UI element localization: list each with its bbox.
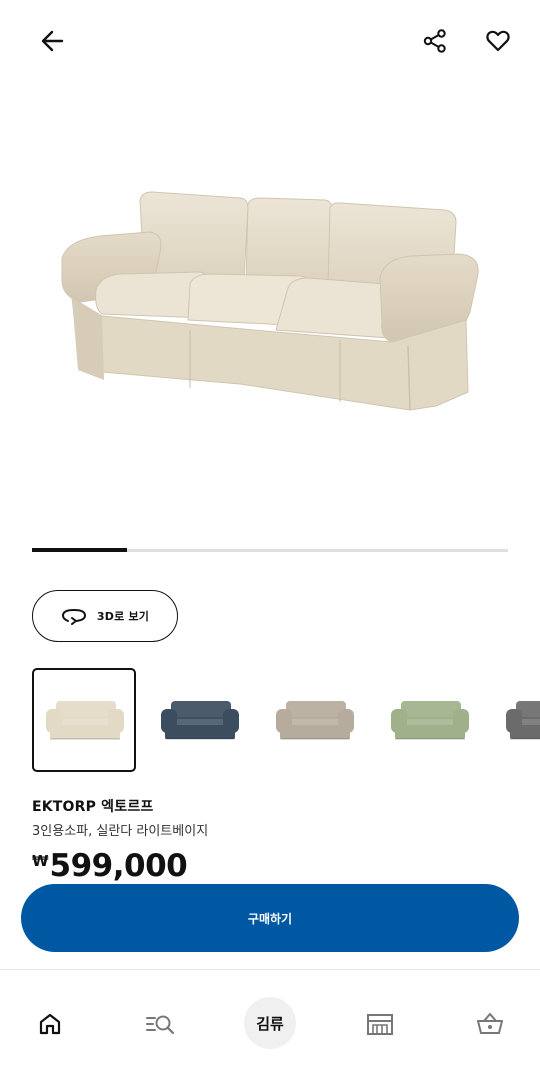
nav-store[interactable]: [352, 996, 408, 1052]
product-name: EKTORP 엑토르프: [32, 799, 154, 815]
sofa-thumbnail: [276, 701, 354, 740]
sofa-thumbnail: [46, 701, 124, 740]
sofa-thumbnail: [161, 701, 239, 740]
color-variant-dark-gray[interactable]: [492, 668, 540, 772]
buy-button[interactable]: 구매하기: [21, 884, 519, 952]
basket-icon: [477, 1013, 503, 1034]
share-button[interactable]: [413, 19, 457, 63]
back-button[interactable]: [31, 19, 75, 63]
nav-home[interactable]: [22, 996, 78, 1052]
store-icon: [367, 1014, 393, 1035]
share-icon: [423, 29, 446, 53]
slider-progress-fill: [32, 548, 128, 552]
nav-kiosk[interactable]: 김류: [244, 997, 296, 1049]
view-3d-label: 3D로 보기: [96, 610, 150, 623]
bottom-nav-divider: [0, 969, 540, 970]
image-slider-progress[interactable]: [32, 548, 508, 552]
product-image[interactable]: [40, 180, 500, 420]
rotate-3d-icon: [61, 608, 86, 625]
wishlist-button[interactable]: [476, 19, 520, 63]
product-price: ₩ 599,000: [32, 848, 187, 888]
nav-search[interactable]: [132, 996, 188, 1052]
nav-cart[interactable]: [462, 996, 518, 1052]
sofa-illustration: [61, 191, 479, 411]
color-variant-dark-blue[interactable]: [147, 668, 251, 772]
arrow-left-icon: [41, 30, 64, 52]
top-bar: [0, 0, 540, 84]
price-value: 599,000: [49, 848, 188, 884]
search-list-icon: [146, 1015, 175, 1035]
view-3d-button[interactable]: 3D로 보기: [32, 590, 178, 642]
home-icon: [39, 1013, 61, 1035]
product-description: 3인용소파, 실란다 라이트베이지: [32, 824, 209, 839]
currency-symbol: ₩: [32, 852, 49, 870]
color-variant-list: [32, 668, 540, 774]
heart-icon: [486, 30, 510, 52]
sofa-thumbnail: [506, 701, 540, 740]
bottom-nav: 김류: [0, 982, 540, 1065]
color-variant-light-green[interactable]: [377, 668, 481, 772]
color-variant-striped-beige[interactable]: [262, 668, 366, 772]
nav-kiosk-label: 김류: [256, 1014, 284, 1033]
sofa-thumbnail: [391, 701, 469, 740]
color-variant-light-beige[interactable]: [32, 668, 136, 772]
